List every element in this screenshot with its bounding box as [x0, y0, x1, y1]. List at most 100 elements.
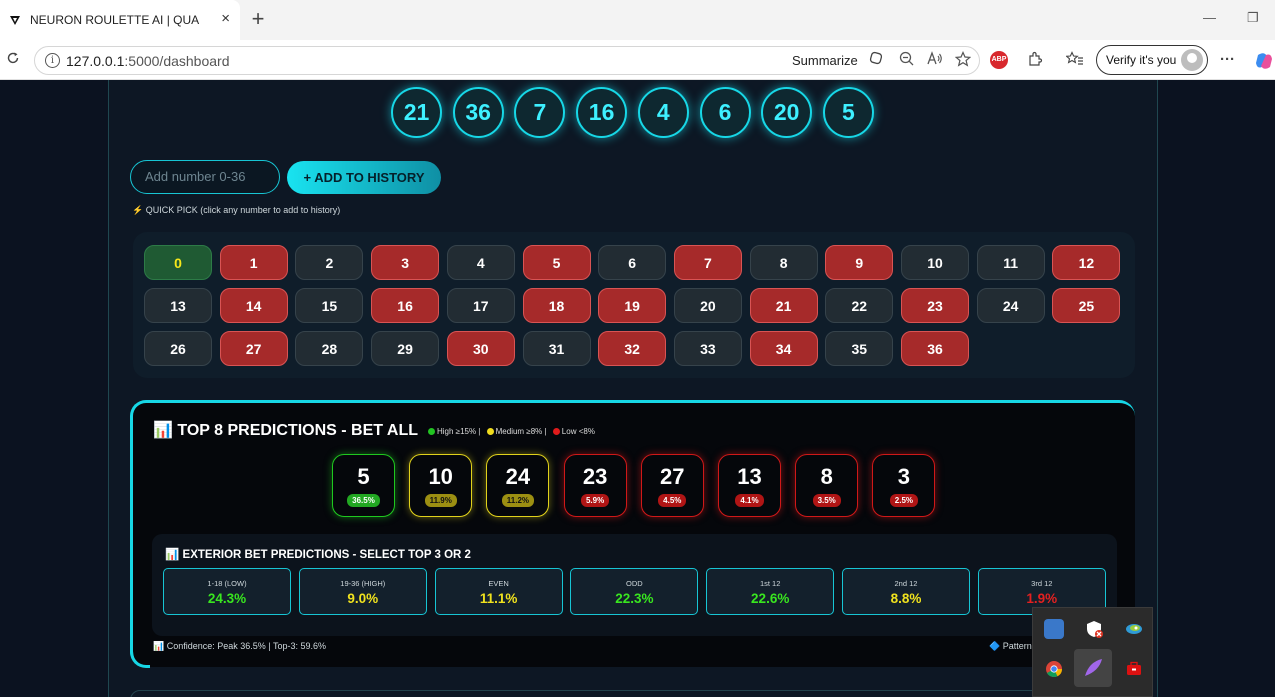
exterior-bet-card[interactable]: 1st 12 22.6%: [706, 568, 835, 615]
exterior-bet-label: 19-36 (HIGH): [340, 579, 386, 588]
prediction-percent-badge: 11.9%: [424, 494, 457, 507]
prediction-card[interactable]: 5 36.5%: [332, 454, 395, 517]
site-favicon-icon: [8, 13, 22, 27]
prediction-card[interactable]: 27 4.5%: [640, 454, 704, 517]
quick-pick-number[interactable]: 18: [522, 288, 591, 323]
quick-pick-number[interactable]: 28: [295, 331, 364, 366]
prediction-card[interactable]: 8 3.5%: [795, 454, 859, 517]
security-shield-icon[interactable]: [1084, 619, 1104, 639]
exterior-bet-card[interactable]: 19-36 (HIGH) 9.0%: [298, 568, 427, 615]
exterior-bet-label: 1st 12: [759, 579, 781, 588]
quick-pick-number[interactable]: 32: [598, 331, 667, 366]
extensions-icon[interactable]: [1027, 51, 1043, 71]
quick-pick-number[interactable]: 14: [219, 288, 288, 323]
next-section-panel: [130, 690, 1135, 697]
quick-pick-number[interactable]: 10: [901, 245, 969, 280]
site-info-icon[interactable]: i: [45, 53, 60, 68]
url-text: 127.0.0.1:5000/dashboard: [66, 53, 229, 69]
quick-pick-number[interactable]: 3: [371, 245, 440, 280]
quick-pick-number[interactable]: 5: [522, 245, 591, 280]
predictions-title-text: TOP 8 PREDICTIONS - BET ALL: [177, 422, 418, 439]
quick-pick-number[interactable]: 11: [976, 245, 1045, 280]
quick-pick-number[interactable]: 16: [371, 288, 440, 323]
quick-pick-number[interactable]: 26: [144, 331, 212, 366]
toolbox-app-icon[interactable]: [1124, 659, 1144, 679]
read-aloud-icon[interactable]: [927, 51, 943, 70]
quick-pick-number[interactable]: 15: [295, 288, 364, 323]
exterior-bet-card[interactable]: 1-18 (LOW) 24.3%: [163, 568, 291, 615]
quick-pick-number[interactable]: 22: [825, 288, 894, 323]
quick-pick-number[interactable]: 13: [144, 288, 212, 323]
zoom-out-icon[interactable]: [899, 51, 914, 70]
verify-identity-button[interactable]: Verify it's you: [1096, 45, 1208, 75]
exterior-bet-label: 3rd 12: [1031, 579, 1053, 588]
quick-pick-number[interactable]: 33: [673, 331, 742, 366]
quick-pick-number[interactable]: 31: [522, 331, 591, 366]
address-bar[interactable]: i 127.0.0.1:5000/dashboard Summarize: [34, 46, 980, 75]
quick-pick-number[interactable]: 17: [446, 288, 515, 323]
quick-pick-number[interactable]: 7: [673, 245, 742, 280]
more-options-button[interactable]: ···: [1220, 51, 1235, 68]
legend-high: High ≥15% |: [437, 427, 481, 436]
quick-pick-number[interactable]: 24: [976, 288, 1045, 323]
tab-close-icon[interactable]: ×: [221, 11, 230, 27]
exterior-bet-card[interactable]: 2nd 12 8.8%: [842, 568, 970, 615]
quick-pick-number[interactable]: 21: [749, 288, 818, 323]
exterior-bet-card[interactable]: EVEN 11.1%: [434, 568, 563, 615]
history-number: 20: [761, 87, 813, 138]
add-number-input[interactable]: Add number 0-36: [130, 160, 280, 194]
wireless-app-icon[interactable]: [1124, 619, 1144, 639]
quick-pick-number[interactable]: 2: [295, 245, 364, 280]
favorites-icon[interactable]: [1065, 51, 1084, 71]
adblock-extension-icon[interactable]: ABP: [990, 51, 1008, 69]
quick-pick-number[interactable]: 35: [825, 331, 894, 366]
add-to-history-button[interactable]: + ADD TO HISTORY: [287, 161, 441, 194]
quick-pick-number[interactable]: 8: [749, 245, 818, 280]
quick-pick-number[interactable]: 19: [598, 288, 667, 323]
quick-pick-number[interactable]: 0: [144, 245, 212, 280]
chrome-icon[interactable]: [1044, 659, 1064, 679]
prediction-card[interactable]: 24 11.2%: [486, 454, 550, 517]
restore-button[interactable]: ❐: [1247, 10, 1259, 26]
browser-tab[interactable]: NEURON ROULETTE AI | QUANTUM ×: [0, 0, 240, 40]
history-number: 6: [699, 87, 751, 138]
quick-pick-number[interactable]: 20: [673, 288, 742, 323]
network-app-icon[interactable]: [1044, 619, 1064, 639]
new-tab-button[interactable]: +: [247, 7, 269, 31]
refresh-icon[interactable]: [6, 51, 20, 69]
exterior-bet-value: 11.1%: [479, 591, 518, 606]
url-host: 127.0.0.1: [66, 53, 125, 69]
feather-app-icon[interactable]: [1074, 649, 1112, 687]
copilot-sidebar-icon[interactable]: [1254, 51, 1274, 75]
quick-pick-number[interactable]: 1: [219, 245, 288, 280]
quick-pick-number[interactable]: 25: [1052, 288, 1121, 323]
favorite-star-icon[interactable]: [954, 51, 972, 71]
copilot-icon[interactable]: [869, 51, 883, 69]
exterior-bet-card[interactable]: ODD 22.3%: [570, 568, 699, 615]
exterior-bet-value: 8.8%: [890, 591, 922, 606]
summarize-button[interactable]: Summarize: [792, 53, 858, 68]
verify-label: Verify it's you: [1106, 53, 1177, 67]
quick-pick-number[interactable]: 6: [598, 245, 667, 280]
quick-pick-number[interactable]: 4: [446, 245, 515, 280]
minimize-button[interactable]: —: [1203, 10, 1216, 25]
prediction-card[interactable]: 3 2.5%: [872, 454, 936, 517]
quick-pick-number[interactable]: 34: [749, 331, 818, 366]
lightning-icon: ⚡: [132, 205, 144, 215]
quick-pick-number[interactable]: 27: [219, 331, 288, 366]
prediction-number: 23: [582, 464, 608, 489]
history-number: 16: [576, 87, 628, 138]
quick-pick-number[interactable]: 30: [446, 331, 515, 366]
quick-pick-number[interactable]: 23: [901, 288, 969, 323]
chart-icon: 📊: [153, 641, 165, 651]
prediction-card[interactable]: 10 11.9%: [409, 454, 473, 517]
quick-pick-number[interactable]: 36: [901, 331, 969, 366]
quick-pick-number[interactable]: 9: [825, 245, 894, 280]
predictions-title: 📊 TOP 8 PREDICTIONS - BET ALL: [153, 420, 418, 440]
predictions-legend: High ≥15% | Medium ≥8% | Low <8%: [428, 427, 595, 436]
prediction-card[interactable]: 13 4.1%: [718, 454, 781, 517]
quick-pick-number[interactable]: 12: [1052, 245, 1121, 280]
quick-pick-number[interactable]: 29: [371, 331, 440, 366]
medium-dot-icon: [486, 428, 494, 435]
prediction-card[interactable]: 23 5.9%: [563, 454, 627, 517]
